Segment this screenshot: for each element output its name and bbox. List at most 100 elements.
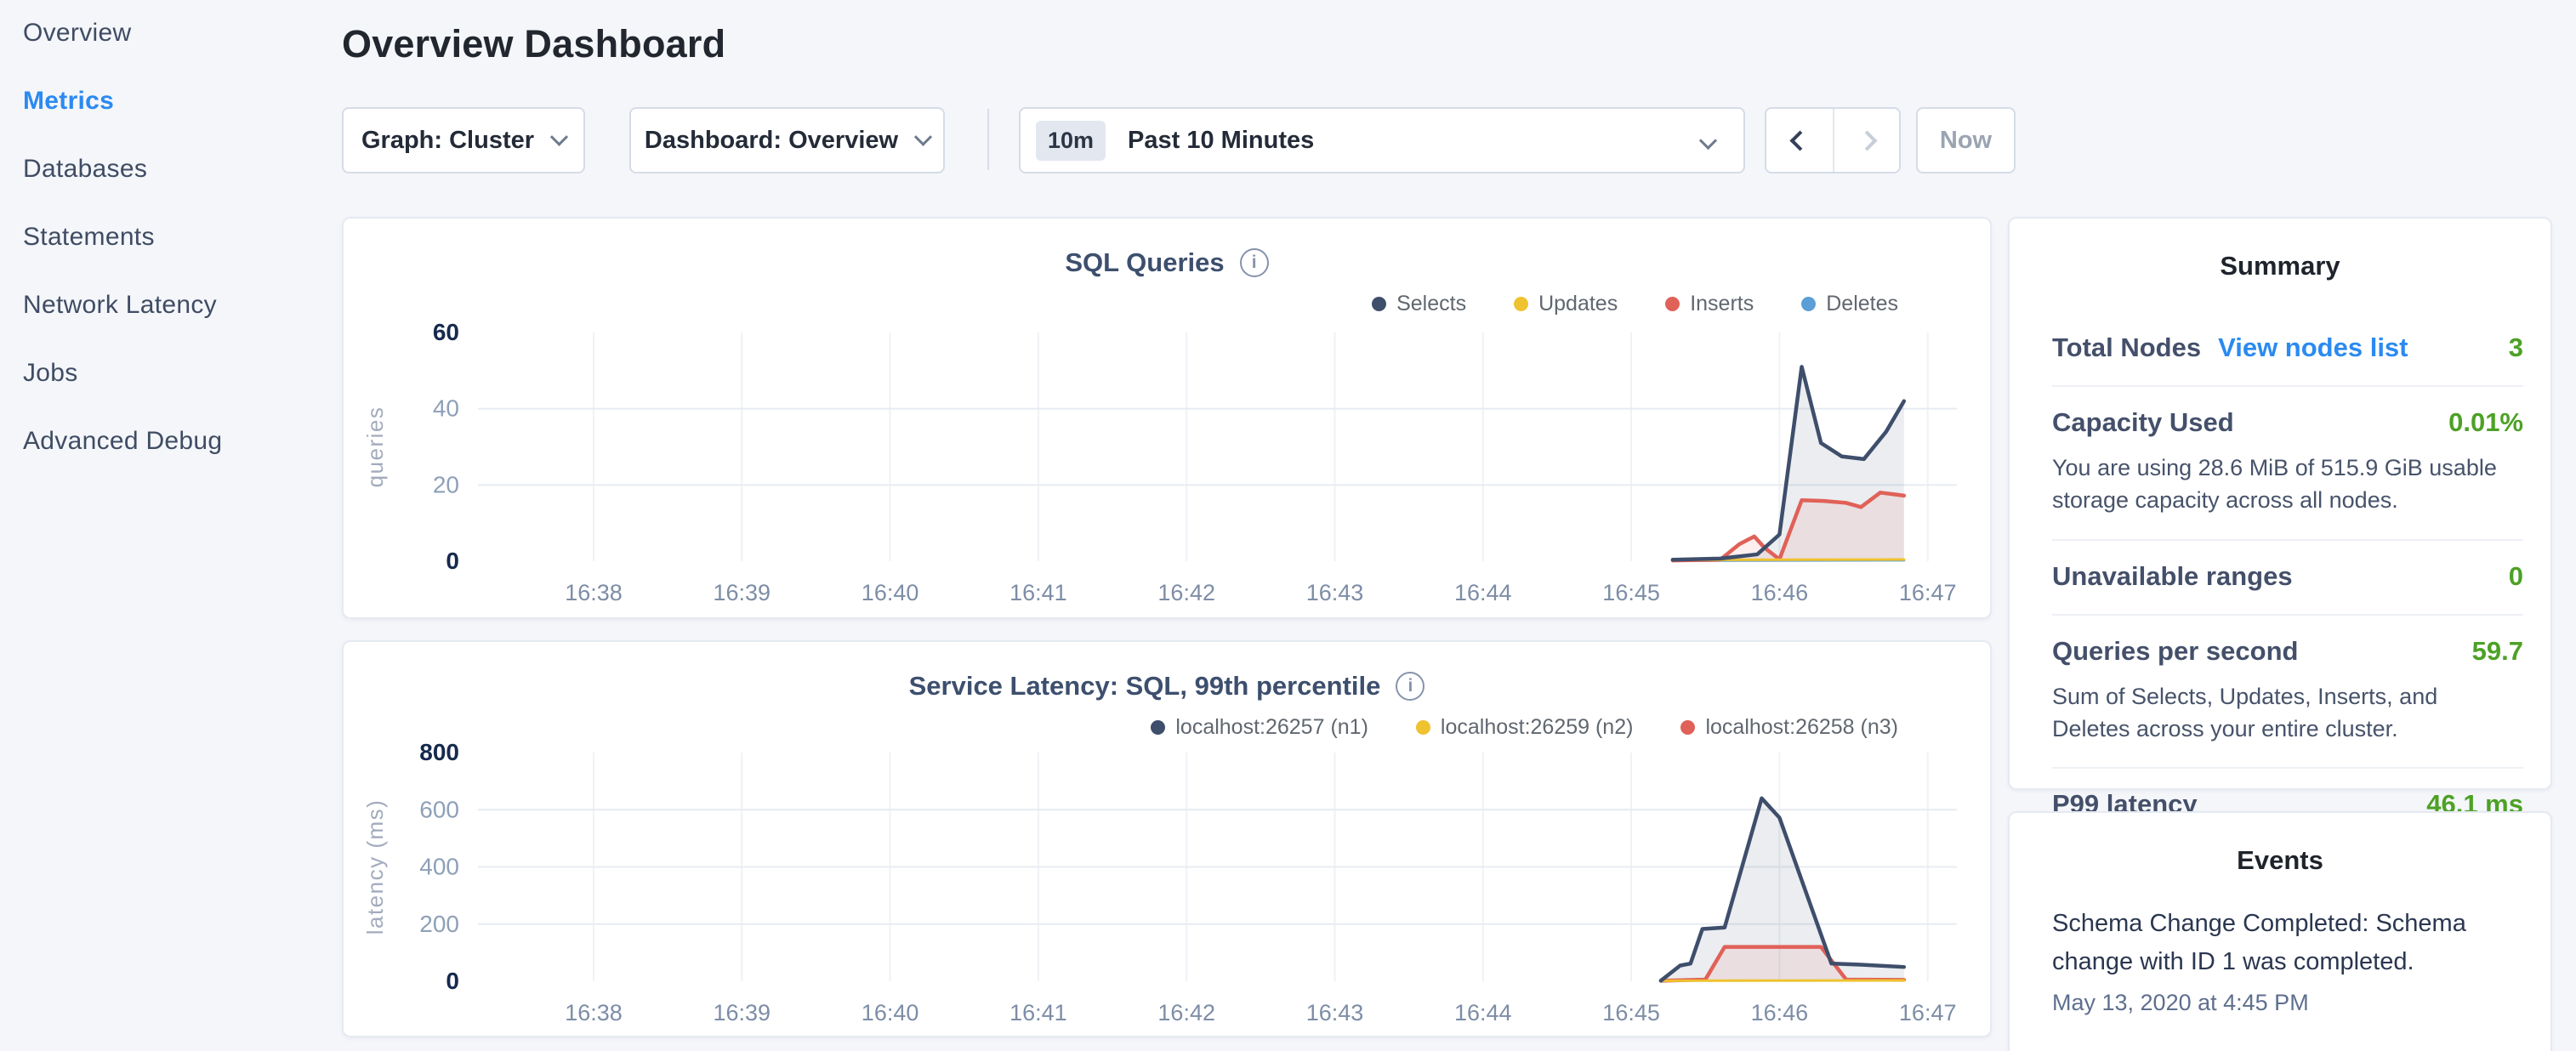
time-range-label: Past 10 Minutes xyxy=(1128,127,1314,155)
chevron-down-icon xyxy=(1699,131,1717,149)
summary-label: Capacity Used xyxy=(2052,407,2234,438)
info-icon[interactable] xyxy=(1396,672,1424,701)
svg-text:latency (ms): latency (ms) xyxy=(362,799,388,935)
svg-text:0: 0 xyxy=(446,548,459,574)
svg-text:16:47: 16:47 xyxy=(1899,580,1957,605)
legend-label: Inserts xyxy=(1690,292,1754,316)
svg-text:16:44: 16:44 xyxy=(1454,580,1512,605)
chart-title: SQL Queries xyxy=(1065,247,1224,278)
event-list-item: Schema Change Completed: Schema change w… xyxy=(2052,905,2516,1016)
summary-panel: Summary Total Nodes View nodes list 3 Ca… xyxy=(2008,217,2552,790)
legend-label: Updates xyxy=(1538,292,1618,316)
legend-dot-icon xyxy=(1514,297,1528,311)
graph-scope-label: Graph: Cluster xyxy=(361,127,534,155)
dashboard-dropdown[interactable]: Dashboard: Overview xyxy=(629,107,945,173)
svg-text:16:46: 16:46 xyxy=(1751,580,1809,605)
legend-dot-icon xyxy=(1151,720,1165,735)
time-back-button[interactable] xyxy=(1766,109,1833,172)
chevron-down-icon xyxy=(550,128,568,145)
summary-row-unavailable-ranges: Unavailable ranges 0 xyxy=(2052,541,2523,616)
service-latency-plot[interactable]: 16:38 16:39 16:40 16:41 16:42 16:43 16:44 16:45… xyxy=(344,642,1990,1043)
events-panel: Events Schema Change Completed: Schema c… xyxy=(2008,811,2552,1051)
sidebar-item-network-latency[interactable]: Network Latency xyxy=(23,291,217,320)
legend-label: localhost:26259 (n2) xyxy=(1441,715,1634,740)
legend-item[interactable]: localhost:26257 (n1) xyxy=(1151,715,1368,740)
summary-title: Summary xyxy=(2010,219,2550,281)
graph-scope-dropdown[interactable]: Graph: Cluster xyxy=(342,107,585,173)
legend-item[interactable]: Updates xyxy=(1514,292,1618,316)
svg-text:16:46: 16:46 xyxy=(1751,1000,1809,1025)
svg-text:16:44: 16:44 xyxy=(1454,1000,1512,1025)
chart-legend: localhost:26257 (n1) localhost:26259 (n2)… xyxy=(1151,715,1898,740)
summary-value: 0 xyxy=(2509,561,2523,592)
service-latency-chart-card: Service Latency: SQL, 99th percentile lo… xyxy=(342,640,1992,1037)
svg-text:16:47: 16:47 xyxy=(1899,1000,1957,1025)
summary-description: Sum of Selects, Updates, Inserts, and De… xyxy=(2052,680,2523,746)
sidebar-item-jobs[interactable]: Jobs xyxy=(23,359,78,388)
legend-dot-icon xyxy=(1801,297,1816,311)
svg-text:16:43: 16:43 xyxy=(1306,580,1364,605)
svg-text:16:43: 16:43 xyxy=(1306,1000,1364,1025)
svg-text:16:38: 16:38 xyxy=(565,1000,623,1025)
summary-value: 59.7 xyxy=(2472,636,2523,667)
svg-text:800: 800 xyxy=(419,739,459,765)
svg-text:16:42: 16:42 xyxy=(1157,1000,1215,1025)
sql-queries-chart-card: SQL Queries Selects Updates Inserts Deletes… xyxy=(342,217,1992,619)
svg-text:600: 600 xyxy=(419,796,459,822)
summary-description: You are using 28.6 MiB of 515.9 GiB usab… xyxy=(2052,452,2523,517)
legend-item[interactable]: localhost:26258 (n3) xyxy=(1680,715,1898,740)
time-range-dropdown[interactable]: 10m Past 10 Minutes xyxy=(1019,107,1745,173)
event-text: Schema Change Completed: Schema change w… xyxy=(2052,905,2516,981)
legend-item[interactable]: localhost:26259 (n2) xyxy=(1416,715,1634,740)
summary-row-queries-per-second: Queries per second 59.7 Sum of Selects, … xyxy=(2052,616,2523,770)
summary-label: Total Nodes xyxy=(2052,332,2201,363)
now-button-label: Now xyxy=(1940,127,1992,155)
legend-item[interactable]: Deletes xyxy=(1801,292,1898,316)
chevron-right-icon xyxy=(1857,130,1877,151)
legend-label: localhost:26257 (n1) xyxy=(1175,715,1368,740)
svg-text:40: 40 xyxy=(433,395,459,422)
legend-item[interactable]: Selects xyxy=(1372,292,1466,316)
events-title: Events xyxy=(2010,813,2550,876)
chevron-down-icon xyxy=(914,128,932,145)
svg-text:16:40: 16:40 xyxy=(862,1000,919,1025)
sql-queries-plot[interactable]: 16:3816:3916:4016:4116:4216:4316:4416:45… xyxy=(344,219,1990,625)
svg-text:16:39: 16:39 xyxy=(714,580,771,605)
summary-row-total-nodes: Total Nodes View nodes list 3 xyxy=(2052,312,2523,387)
sidebar: Overview Metrics Databases Statements Ne… xyxy=(0,0,340,1051)
sidebar-item-databases[interactable]: Databases xyxy=(23,155,147,184)
svg-text:200: 200 xyxy=(419,911,459,937)
dashboard-label: Dashboard: Overview xyxy=(645,127,898,155)
chart-legend: Selects Updates Inserts Deletes xyxy=(1372,292,1898,316)
svg-text:16:41: 16:41 xyxy=(1009,1000,1067,1025)
sidebar-item-statements[interactable]: Statements xyxy=(23,223,155,252)
summary-row-capacity-used: Capacity Used 0.01% You are using 28.6 M… xyxy=(2052,387,2523,541)
summary-label: Unavailable ranges xyxy=(2052,561,2293,592)
svg-text:20: 20 xyxy=(433,471,459,497)
svg-text:16:39: 16:39 xyxy=(714,1000,771,1025)
info-icon[interactable] xyxy=(1240,248,1269,277)
svg-text:400: 400 xyxy=(419,854,459,880)
sidebar-item-overview[interactable]: Overview xyxy=(23,19,131,48)
sidebar-item-metrics[interactable]: Metrics xyxy=(23,87,114,116)
time-range-badge: 10m xyxy=(1036,121,1106,161)
sidebar-item-advanced-debug[interactable]: Advanced Debug xyxy=(23,427,222,456)
chevron-left-icon xyxy=(1789,130,1810,151)
view-nodes-list-link[interactable]: View nodes list xyxy=(2218,332,2408,363)
svg-text:0: 0 xyxy=(446,968,459,994)
svg-text:16:45: 16:45 xyxy=(1602,580,1660,605)
svg-text:16:41: 16:41 xyxy=(1009,580,1067,605)
now-button[interactable]: Now xyxy=(1916,107,2016,173)
legend-label: localhost:26258 (n3) xyxy=(1705,715,1898,740)
svg-text:16:45: 16:45 xyxy=(1602,1000,1660,1025)
legend-dot-icon xyxy=(1416,720,1430,735)
svg-text:16:42: 16:42 xyxy=(1157,580,1215,605)
summary-value: 0.01% xyxy=(2448,407,2523,438)
time-forward-button[interactable] xyxy=(1833,109,1899,172)
legend-dot-icon xyxy=(1665,297,1680,311)
legend-dot-icon xyxy=(1680,720,1695,735)
legend-dot-icon xyxy=(1372,297,1386,311)
svg-text:queries: queries xyxy=(362,406,388,488)
svg-text:60: 60 xyxy=(433,319,459,345)
legend-item[interactable]: Inserts xyxy=(1665,292,1754,316)
